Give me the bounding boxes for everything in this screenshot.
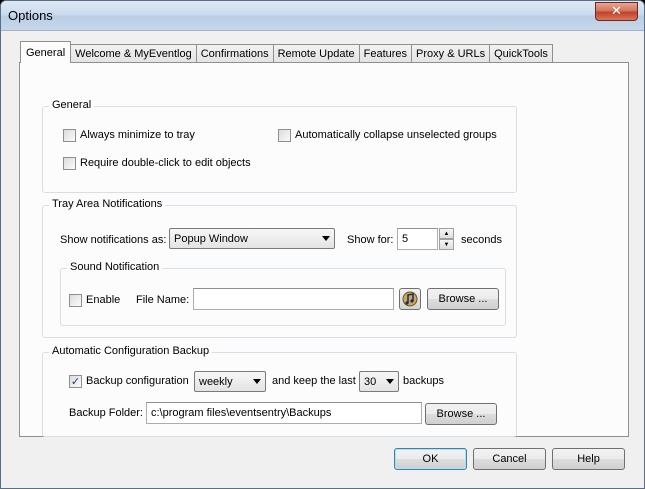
backup-configuration-checkbox[interactable]: ✓ xyxy=(69,375,82,388)
tray-notifications-group: Tray Area Notifications Show notificatio… xyxy=(42,198,517,338)
show-for-value: 5 xyxy=(402,233,409,245)
backup-configuration-label: Backup configuration xyxy=(86,375,189,387)
options-dialog: Options ✕ General Welcome & MyEventlog C… xyxy=(0,0,645,489)
tab-label: QuickTools xyxy=(494,48,548,60)
window-title: Options xyxy=(8,8,53,23)
tab-label: Proxy & URLs xyxy=(416,48,486,60)
show-as-dropdown[interactable]: Popup Window xyxy=(169,228,335,249)
tab-quicktools[interactable]: QuickTools xyxy=(489,44,553,63)
show-for-label: Show for: xyxy=(347,234,394,246)
help-label: Help xyxy=(577,453,600,465)
double-click-label: Require double-click to edit objects xyxy=(80,157,251,169)
general-group-label: General xyxy=(49,99,95,111)
show-for-input[interactable]: 5 xyxy=(397,228,438,250)
always-minimize-checkbox[interactable] xyxy=(63,129,76,142)
backup-folder-value: c:\program files\eventsentry\Backups xyxy=(151,407,332,419)
spin-down-icon[interactable]: ▼ xyxy=(439,239,454,250)
backup-folder-label: Backup Folder: xyxy=(69,407,143,419)
show-as-label: Show notifications as: xyxy=(60,234,167,246)
backup-frequency-value: weekly xyxy=(199,375,233,388)
backup-group: Automatic Configuration Backup ✓ Backup … xyxy=(42,345,517,437)
play-sound-button[interactable] xyxy=(399,288,421,310)
general-group: General Always minimize to tray Automati… xyxy=(42,99,517,193)
tab-strip: General Welcome & MyEventlog Confirmatio… xyxy=(20,41,553,63)
collapse-groups-checkbox[interactable] xyxy=(278,129,291,142)
sound-notification-group: Sound Notification Enable File Name: Bro… xyxy=(60,261,506,326)
chevron-down-icon xyxy=(386,379,394,384)
tab-general[interactable]: General xyxy=(20,41,72,63)
sound-enable-label: Enable xyxy=(86,294,121,306)
backup-count-value: 30 xyxy=(364,375,377,388)
backups-label: backups xyxy=(403,375,444,387)
music-note-icon xyxy=(402,291,418,307)
tab-welcome-myeventlog[interactable]: Welcome & MyEventlog xyxy=(70,44,197,63)
tab-features[interactable]: Features xyxy=(358,44,413,63)
sound-browse-label: Browse ... xyxy=(438,293,488,305)
sound-browse-button[interactable]: Browse ... xyxy=(427,288,499,310)
tab-label: General xyxy=(26,46,66,59)
chevron-down-icon xyxy=(322,236,330,241)
tab-remote-update[interactable]: Remote Update xyxy=(272,44,360,63)
spin-up-icon[interactable]: ▲ xyxy=(439,228,454,239)
ok-button[interactable]: OK xyxy=(394,448,467,470)
tab-label: Confirmations xyxy=(200,48,269,60)
double-click-checkbox[interactable] xyxy=(63,157,76,170)
cancel-button[interactable]: Cancel xyxy=(473,448,546,470)
chevron-down-icon xyxy=(253,379,261,384)
file-name-input[interactable] xyxy=(193,288,394,310)
tab-label: Welcome & MyEventlog xyxy=(75,48,192,60)
help-button[interactable]: Help xyxy=(552,448,625,470)
always-minimize-label: Always minimize to tray xyxy=(80,129,195,141)
collapse-groups-label: Automatically collapse unselected groups xyxy=(295,129,497,141)
backup-browse-label: Browse ... xyxy=(436,408,486,420)
sound-notification-group-label: Sound Notification xyxy=(67,261,163,273)
tab-label: Features xyxy=(363,48,408,60)
tab-label: Remote Update xyxy=(277,48,355,60)
backup-count-dropdown[interactable]: 30 xyxy=(359,371,399,392)
ok-label: OK xyxy=(422,453,439,465)
cancel-label: Cancel xyxy=(492,453,527,465)
tab-confirmations[interactable]: Confirmations xyxy=(195,44,274,63)
show-for-spinner[interactable]: ▲ ▼ xyxy=(439,228,454,250)
file-name-label: File Name: xyxy=(136,294,190,306)
dialog-client-area: General Welcome & MyEventlog Confirmatio… xyxy=(5,32,640,485)
backup-frequency-dropdown[interactable]: weekly xyxy=(194,371,266,392)
keep-last-label: and keep the last xyxy=(272,375,356,387)
close-icon: ✕ xyxy=(611,4,622,19)
sound-enable-checkbox[interactable] xyxy=(69,294,82,307)
general-tab-panel: General Always minimize to tray Automati… xyxy=(19,62,629,437)
backup-group-label: Automatic Configuration Backup xyxy=(49,345,213,357)
seconds-label: seconds xyxy=(461,234,502,246)
backup-browse-button[interactable]: Browse ... xyxy=(425,403,497,425)
title-bar: Options ✕ xyxy=(1,1,644,31)
show-as-value: Popup Window xyxy=(174,232,248,245)
close-button[interactable]: ✕ xyxy=(595,2,638,21)
tab-proxy-urls[interactable]: Proxy & URLs xyxy=(411,44,491,63)
tray-notifications-group-label: Tray Area Notifications xyxy=(49,198,166,210)
backup-folder-input[interactable]: c:\program files\eventsentry\Backups xyxy=(146,402,422,424)
